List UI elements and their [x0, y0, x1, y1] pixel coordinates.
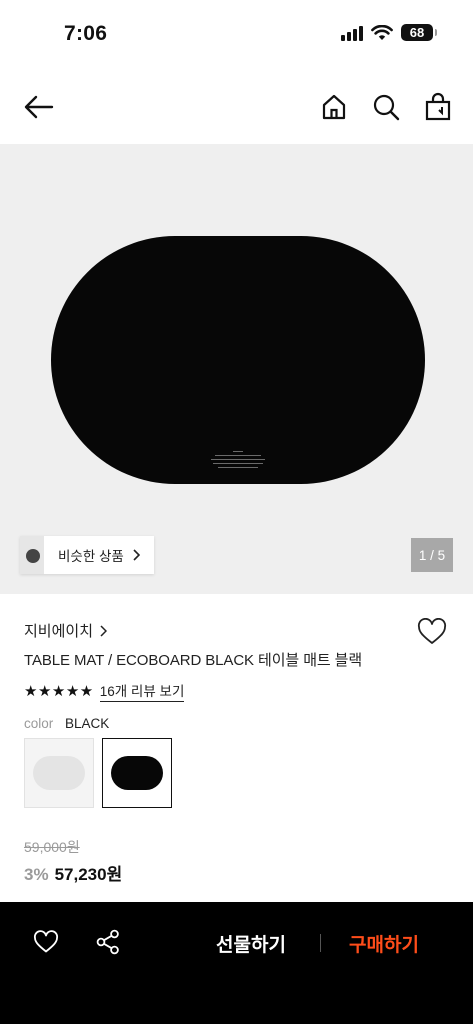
star-rating-icon: ★★★★★	[24, 683, 94, 700]
sale-price: 57,230원	[54, 865, 123, 884]
mat-print-label	[208, 448, 268, 471]
shopping-bag-icon[interactable]	[423, 92, 453, 122]
bottom-action-bar: 선물하기 구매하기	[0, 902, 473, 1024]
chevron-right-icon	[133, 549, 140, 561]
product-image	[51, 236, 425, 484]
divider	[320, 934, 321, 952]
heart-icon[interactable]	[33, 930, 59, 954]
home-icon[interactable]	[319, 92, 349, 122]
similar-thumbnail	[20, 536, 44, 574]
similar-products-button[interactable]: 비슷한 상품	[20, 536, 154, 574]
battery-indicator: 68	[401, 24, 437, 41]
color-label: color	[24, 716, 54, 731]
swatch-white[interactable]	[24, 738, 94, 808]
status-bar: 7:06 68	[0, 0, 473, 70]
page-indicator: 1 / 5	[411, 538, 453, 572]
color-swatches	[24, 738, 172, 808]
status-icons: 68	[341, 24, 437, 41]
similar-products-label: 비슷한 상품	[58, 549, 124, 564]
product-image-gallery[interactable]: 비슷한 상품 1 / 5	[0, 144, 473, 594]
chevron-right-icon	[100, 624, 108, 637]
wifi-icon	[371, 24, 393, 40]
color-value: BLACK	[65, 716, 110, 731]
search-icon[interactable]	[371, 92, 401, 122]
signal-icon	[341, 25, 363, 41]
brand-name: 지비에이치	[24, 623, 94, 640]
heart-icon[interactable]	[417, 618, 447, 646]
share-icon[interactable]	[96, 929, 120, 955]
gift-button[interactable]: 선물하기	[216, 930, 286, 957]
arrow-left-icon[interactable]	[22, 92, 56, 122]
price-row: 3% 57,230원	[24, 860, 122, 885]
nav-actions	[319, 92, 453, 122]
swatch-black-image	[111, 756, 163, 790]
buy-button[interactable]: 구매하기	[349, 930, 419, 957]
color-row: color BLACK	[24, 716, 109, 731]
swatch-white-image	[33, 756, 85, 790]
nav-bar	[0, 80, 473, 136]
product-title: TABLE MAT / ECOBOARD BLACK 테이블 매트 블랙	[24, 652, 363, 669]
rating: ★★★★★ 16개 리뷰 보기	[24, 680, 185, 702]
brand-link[interactable]: 지비에이치	[24, 620, 108, 641]
status-time: 7:06	[64, 22, 108, 45]
original-price: 59,000원	[24, 839, 80, 855]
swatch-black[interactable]	[102, 738, 172, 808]
discount-rate: 3%	[24, 865, 49, 884]
review-link[interactable]: 16개 리뷰 보기	[99, 680, 185, 702]
